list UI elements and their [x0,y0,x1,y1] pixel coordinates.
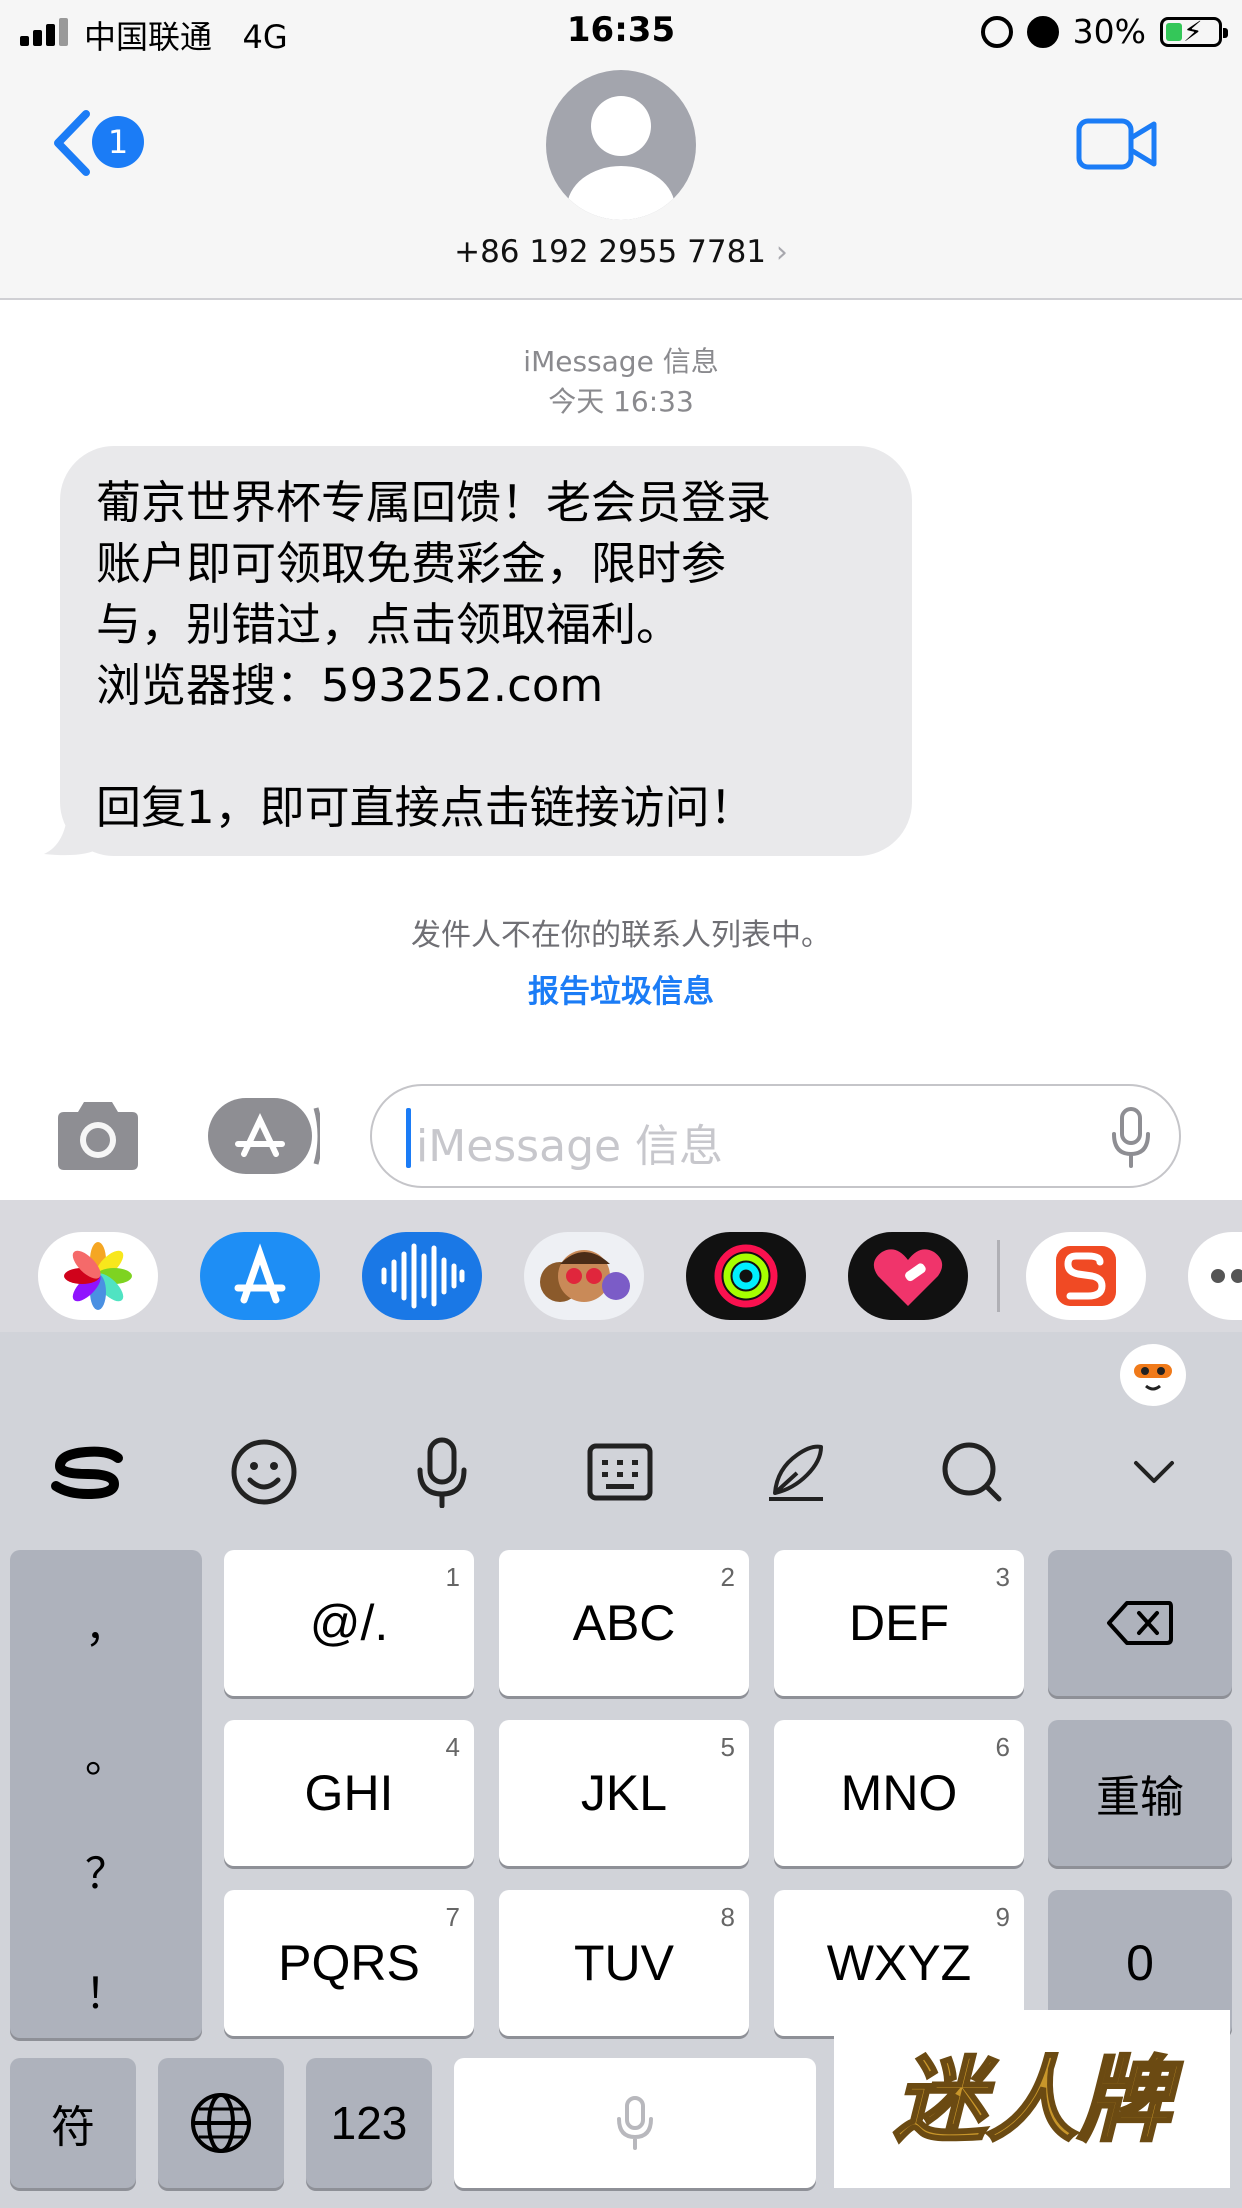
sogou-icon[interactable] [1026,1232,1146,1320]
message-input[interactable]: iMessage 信息 [370,1084,1181,1188]
key-7[interactable]: PQRS 7 [224,1890,474,2036]
person-icon [567,96,675,220]
dictation-mic-icon[interactable] [1111,1106,1151,1168]
status-indicators: 30% ⚡ [980,12,1228,51]
contact-avatar[interactable] [546,70,696,220]
globe-icon [191,2093,251,2153]
backspace-icon [1107,1601,1173,1645]
watermark-graphic: 迷人牌 [892,2046,1184,2156]
back-chevron-icon[interactable] [48,108,96,178]
punct-period[interactable]: 。 [10,1724,202,1785]
contact-name[interactable]: +86 192 2955 7781 › [0,234,1242,270]
status-bar: 中国联通 4G 16:35 30% ⚡ [0,0,1242,62]
chevron-right-icon: › [775,235,788,270]
unread-count-badge[interactable]: 1 [92,116,144,168]
battery-percent: 30% [1072,12,1146,51]
app-drawer [0,1200,1242,1332]
sogou-logo-icon[interactable] [48,1432,128,1512]
emoji-icon[interactable] [224,1432,304,1512]
input-placeholder: iMessage 信息 [416,1121,724,1172]
message-bubble[interactable]: 葡京世界杯专属回馈！老会员登录 账户即可领取免费彩金，限时参 与，别错过，点击领… [60,446,912,856]
punct-exclaim[interactable]: ！ [10,1960,202,2021]
key-4[interactable]: GHI 4 [224,1720,474,1866]
numbers-key[interactable]: 123 [306,2058,432,2188]
heart-sticker-icon[interactable] [848,1232,968,1320]
collapse-keyboard-icon[interactable] [1114,1432,1194,1512]
report-junk-link[interactable]: 报告垃圾信息 [0,966,1242,1011]
app-store-icon[interactable] [200,1232,320,1320]
app-store-toggle-icon[interactable] [208,1098,320,1174]
punctuation-column[interactable]: ， 。 ？ ！ [10,1550,202,2038]
svg-text:迷人牌: 迷人牌 [894,2047,1183,2154]
handwriting-icon[interactable] [756,1432,836,1512]
alarm-icon [1026,15,1059,48]
unknown-sender-notice: 发件人不在你的联系人列表中。 [411,918,831,953]
key-2[interactable]: ABC 2 [499,1550,749,1696]
photos-icon[interactable] [38,1232,158,1320]
text-caret [406,1108,411,1168]
memoji-icon[interactable] [524,1232,644,1320]
voice-input-icon[interactable] [402,1432,482,1512]
key-1[interactable]: @/. 1 [224,1550,474,1696]
battery-icon: ⚡ [1160,16,1228,47]
symbols-key[interactable]: 符 [10,2058,136,2188]
key-3[interactable]: DEF 3 [774,1550,1024,1696]
key-5[interactable]: JKL 5 [499,1720,749,1866]
orientation-lock-icon [980,15,1013,48]
reenter-key[interactable]: 重输 [1048,1720,1232,1866]
globe-key[interactable] [158,2058,284,2188]
space-mic-icon [617,2096,653,2150]
keyboard-switch-icon[interactable] [580,1432,660,1512]
message-timestamp: 今天 16:33 [548,385,694,418]
space-key[interactable] [454,2058,816,2188]
backspace-key[interactable] [1048,1550,1232,1696]
punct-comma[interactable]: ， [10,1594,202,1655]
camera-icon[interactable] [52,1098,144,1174]
punct-question[interactable]: ？ [10,1840,202,1901]
key-8[interactable]: TUV 8 [499,1890,749,2036]
watermark-logo: 迷人牌 [834,2010,1230,2188]
facetime-video-icon[interactable] [1076,116,1158,172]
drawer-divider [997,1240,1000,1312]
sogou-mascot-icon[interactable] [1120,1344,1186,1406]
service-label: iMessage 信息 [523,345,719,378]
more-apps-icon[interactable] [1188,1232,1242,1320]
key-6[interactable]: MNO 6 [774,1720,1024,1866]
audio-message-icon[interactable] [362,1232,482,1320]
activity-icon[interactable] [686,1232,806,1320]
search-icon[interactable] [932,1432,1012,1512]
conversation-header: 1 +86 192 2955 7781 › [0,62,1242,300]
